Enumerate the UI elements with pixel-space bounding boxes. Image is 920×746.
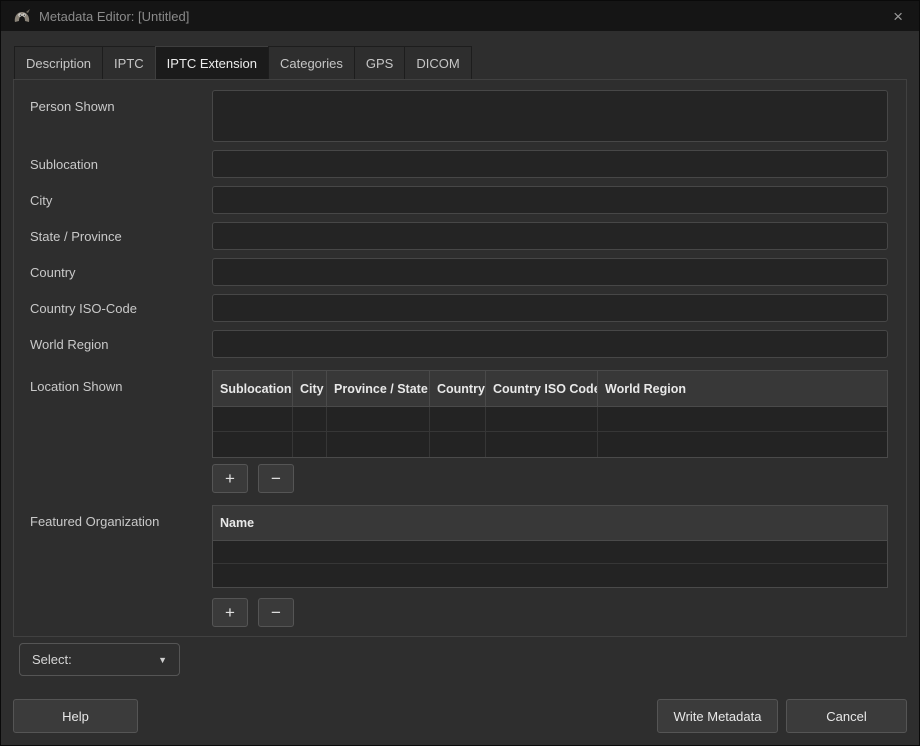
field-label: World Region xyxy=(30,337,212,352)
tab-gps[interactable]: GPS xyxy=(354,46,405,79)
tab-categories[interactable]: Categories xyxy=(268,46,355,79)
field-label: State / Province xyxy=(30,229,212,244)
location-shown-table: Sublocation City Province / State Countr… xyxy=(212,370,888,458)
location-shown-actions: + − xyxy=(212,464,888,493)
table-cell[interactable] xyxy=(598,432,887,457)
column-header: Country ISO Code xyxy=(486,371,598,407)
select-row: Select: ▼ xyxy=(19,643,919,676)
field-label: Sublocation xyxy=(30,157,212,172)
table-cell[interactable] xyxy=(598,407,887,432)
tab-description[interactable]: Description xyxy=(14,46,103,79)
table-cell[interactable] xyxy=(293,432,327,457)
world-region-input[interactable] xyxy=(212,330,888,358)
field-label: Location Shown xyxy=(30,370,212,394)
dialog-footer: Help Write Metadata Cancel xyxy=(1,699,919,733)
tab-iptc[interactable]: IPTC xyxy=(102,46,156,79)
remove-row-button[interactable]: − xyxy=(258,598,294,627)
featured-organization-table: Name xyxy=(212,505,888,588)
write-metadata-button[interactable]: Write Metadata xyxy=(657,699,778,733)
titlebar[interactable]: Metadata Editor: [Untitled] × xyxy=(1,1,919,31)
field-row-world-region: World Region xyxy=(30,330,888,358)
help-button[interactable]: Help xyxy=(13,699,138,733)
field-row-country: Country xyxy=(30,258,888,286)
table-cell[interactable] xyxy=(293,407,327,432)
add-row-button[interactable]: + xyxy=(212,464,248,493)
column-header: Province / State xyxy=(327,371,430,407)
field-label: Featured Organization xyxy=(30,505,212,529)
column-header: World Region xyxy=(598,371,887,407)
gimp-wilber-icon xyxy=(13,9,31,24)
table-cell[interactable] xyxy=(430,432,486,457)
sublocation-input[interactable] xyxy=(212,150,888,178)
field-row-country-iso-code: Country ISO-Code xyxy=(30,294,888,322)
table-cell[interactable] xyxy=(213,564,887,587)
featured-organization-section: Featured Organization Name + − xyxy=(30,505,888,627)
window-title: Metadata Editor: [Untitled] xyxy=(39,9,881,24)
table-cell[interactable] xyxy=(430,407,486,432)
state-province-input[interactable] xyxy=(212,222,888,250)
field-row-city: City xyxy=(30,186,888,214)
chevron-down-icon: ▼ xyxy=(158,655,167,665)
column-header: Name xyxy=(213,506,887,541)
person-shown-input[interactable] xyxy=(212,90,888,142)
table-cell[interactable] xyxy=(213,407,293,432)
featured-organization-actions: + − xyxy=(212,598,888,627)
field-label: Country ISO-Code xyxy=(30,301,212,316)
table-cell[interactable] xyxy=(327,407,430,432)
iptc-extension-panel: Person Shown Sublocation City State / Pr… xyxy=(13,79,907,637)
location-shown-section: Location Shown Sublocation City Province… xyxy=(30,370,888,505)
field-label: Country xyxy=(30,265,212,280)
cancel-button[interactable]: Cancel xyxy=(786,699,907,733)
field-label: Person Shown xyxy=(30,90,212,114)
country-input[interactable] xyxy=(212,258,888,286)
select-dropdown-label: Select: xyxy=(32,652,158,667)
country-iso-code-input[interactable] xyxy=(212,294,888,322)
table-cell[interactable] xyxy=(486,407,598,432)
table-cell[interactable] xyxy=(486,432,598,457)
column-header: Country xyxy=(430,371,486,407)
tab-bar: Description IPTC IPTC Extension Categori… xyxy=(1,31,919,79)
column-header: Sublocation xyxy=(213,371,293,407)
field-row-person-shown: Person Shown xyxy=(30,90,888,142)
table-cell[interactable] xyxy=(213,541,887,564)
close-icon[interactable]: × xyxy=(889,6,907,27)
field-row-state-province: State / Province xyxy=(30,222,888,250)
column-header: City xyxy=(293,371,327,407)
tab-dicom[interactable]: DICOM xyxy=(404,46,471,79)
field-label: City xyxy=(30,193,212,208)
add-row-button[interactable]: + xyxy=(212,598,248,627)
table-cell[interactable] xyxy=(327,432,430,457)
remove-row-button[interactable]: − xyxy=(258,464,294,493)
tab-iptc-extension[interactable]: IPTC Extension xyxy=(155,46,269,79)
select-dropdown[interactable]: Select: ▼ xyxy=(19,643,180,676)
metadata-editor-window: Metadata Editor: [Untitled] × Descriptio… xyxy=(0,0,920,746)
table-cell[interactable] xyxy=(213,432,293,457)
field-row-sublocation: Sublocation xyxy=(30,150,888,178)
city-input[interactable] xyxy=(212,186,888,214)
